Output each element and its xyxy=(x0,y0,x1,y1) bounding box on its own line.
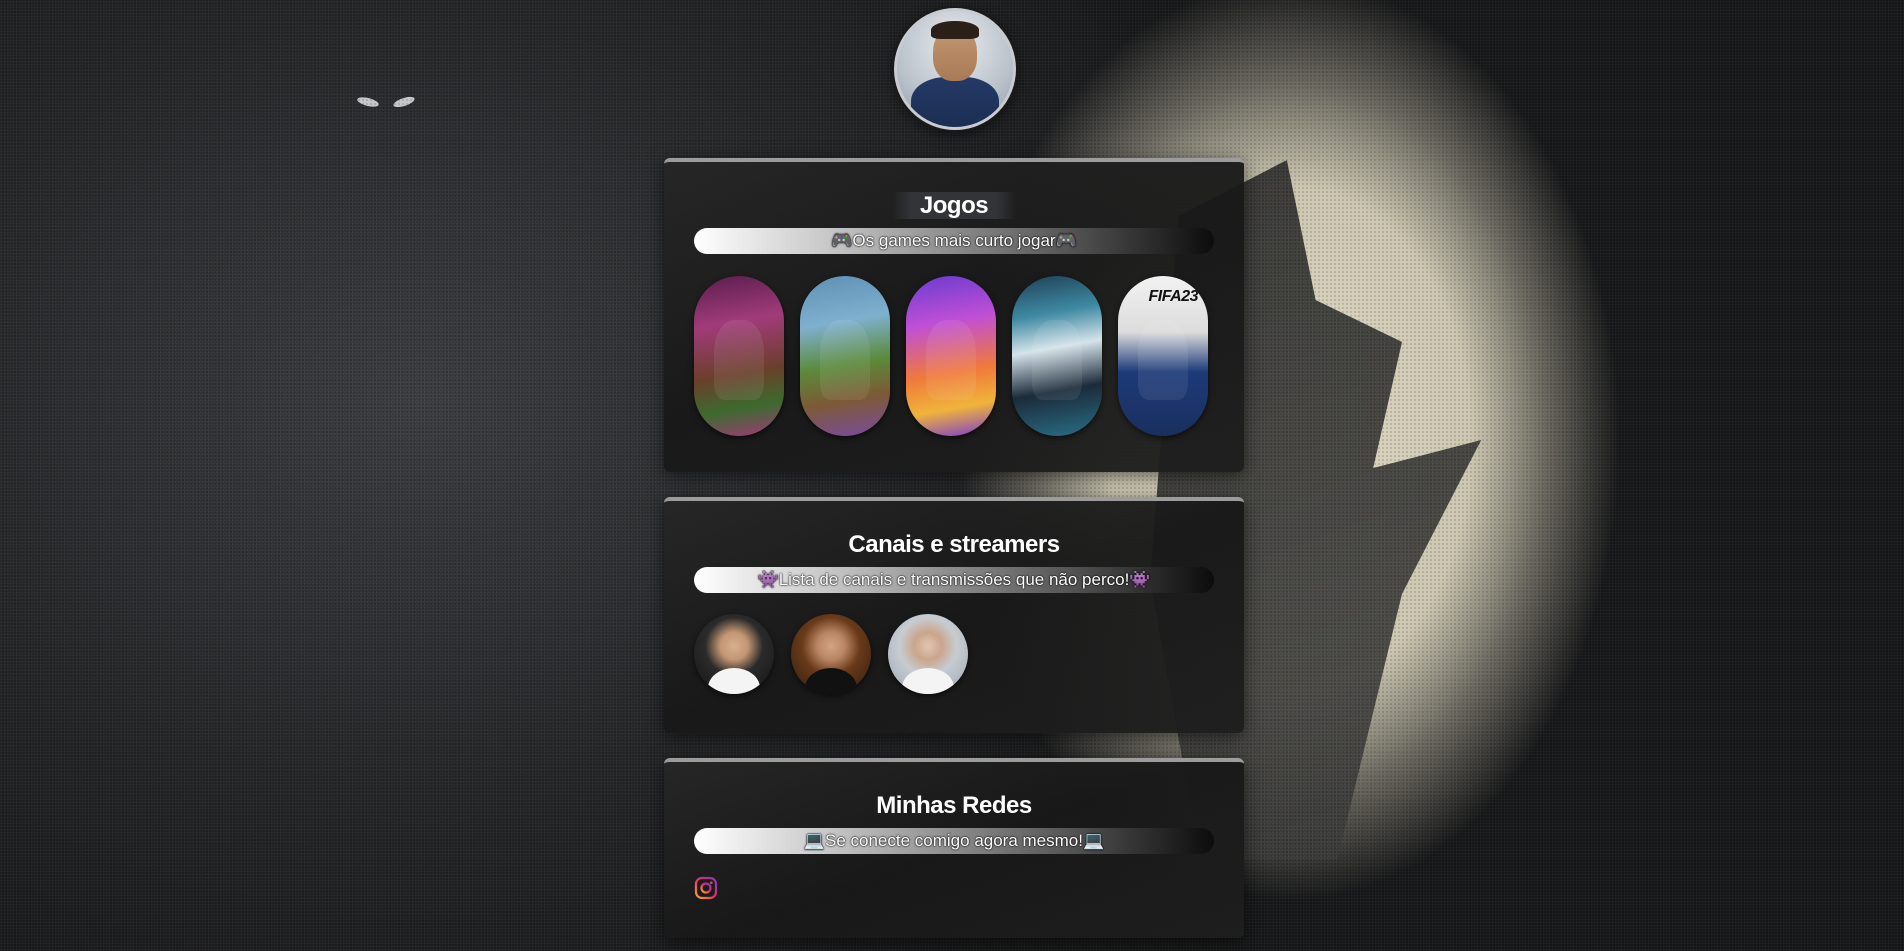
socials-subtitle-bar: 💻Se conecte comigo agora mesmo!💻 xyxy=(694,828,1214,854)
streamers-subtitle-bar: 👾Lista de canais e transmissões que não … xyxy=(694,567,1214,593)
profile-avatar xyxy=(894,8,1016,130)
streamer-avatar-3[interactable] xyxy=(888,614,968,694)
games-title: Jogos xyxy=(664,192,1244,220)
streamers-list xyxy=(694,614,994,694)
fifa23-label: FIFA23 xyxy=(1148,288,1199,305)
streamers-card: Canais e streamers 👾Lista de canais e tr… xyxy=(664,497,1244,733)
games-card: Jogos 🎮Os games mais curto jogar🎮 FIFA23 xyxy=(664,158,1244,472)
streamers-subtitle: 👾Lista de canais e transmissões que não … xyxy=(757,570,1151,589)
instagram-icon[interactable] xyxy=(694,876,718,900)
minecraft-cover[interactable] xyxy=(694,276,784,436)
background-eyes xyxy=(355,94,421,112)
socials-subtitle: 💻Se conecte comigo agora mesmo!💻 xyxy=(803,831,1105,850)
streamer-avatar-1[interactable] xyxy=(694,614,774,694)
games-list: FIFA23 xyxy=(694,276,1214,436)
fortnite-cover[interactable] xyxy=(800,276,890,436)
fifa23-cover[interactable]: FIFA23 xyxy=(1118,276,1208,436)
streamer-avatar-2[interactable] xyxy=(791,614,871,694)
socials-title: Minhas Redes xyxy=(876,792,1032,819)
socials-card: Minhas Redes 💻Se conecte comigo agora me… xyxy=(664,758,1244,938)
nba2k-cover[interactable] xyxy=(906,276,996,436)
games-subtitle-bar: 🎮Os games mais curto jogar🎮 xyxy=(694,228,1214,254)
games-subtitle: 🎮Os games mais curto jogar🎮 xyxy=(831,231,1077,250)
streamers-title: Canais e streamers xyxy=(848,531,1060,558)
valorant-cover[interactable] xyxy=(1012,276,1102,436)
